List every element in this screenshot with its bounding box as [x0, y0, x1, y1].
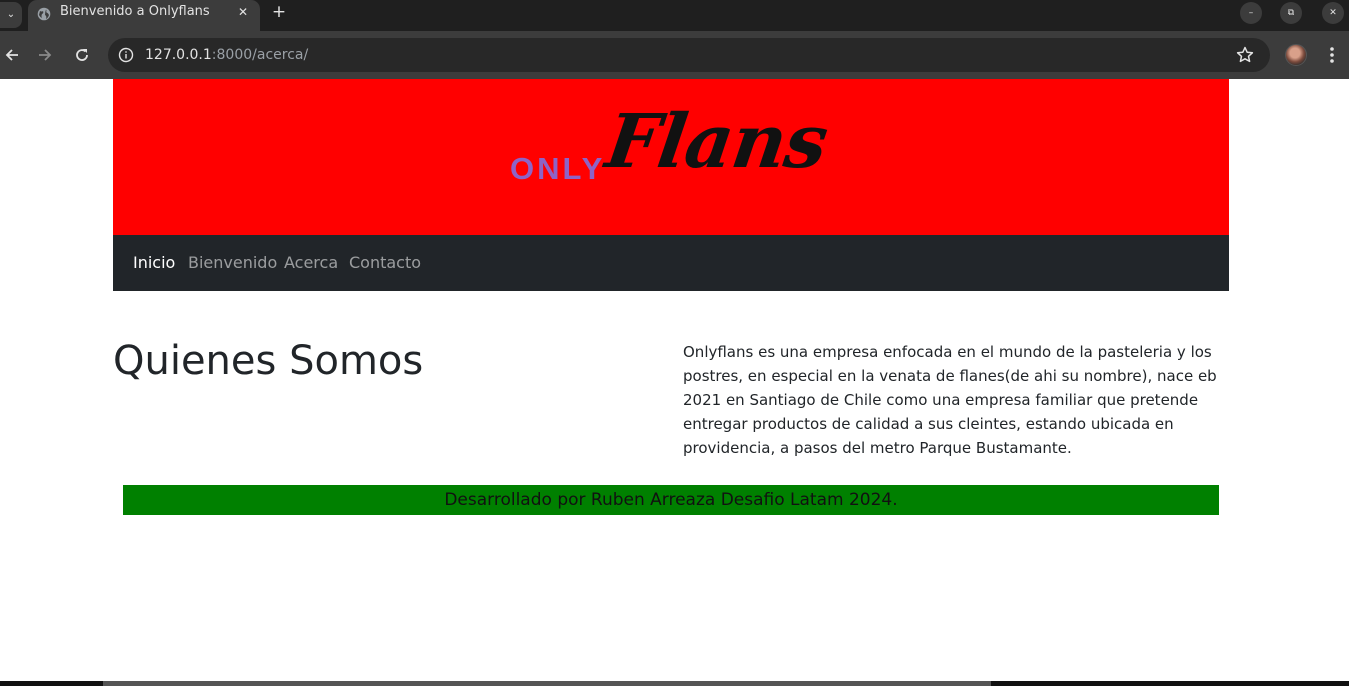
about-section: Quienes Somos Onlyflans es una empresa e… — [113, 291, 1229, 486]
scrollbar-thumb[interactable] — [103, 681, 991, 686]
site-footer: Desarrollado por Ruben Arreaza Desafio L… — [123, 485, 1219, 515]
page-viewport: ONLY Flans Inicio Bienvenido Acerca Cont… — [0, 79, 1349, 681]
maximize-button[interactable]: ⧉ — [1280, 2, 1302, 24]
forward-icon — [39, 49, 52, 61]
menu-icon[interactable] — [1322, 43, 1342, 67]
minimize-button[interactable]: – — [1240, 2, 1262, 24]
forward-button[interactable] — [33, 43, 57, 67]
hero-banner: ONLY Flans — [113, 79, 1229, 235]
reload-button[interactable] — [70, 43, 94, 67]
address-bar[interactable]: 127.0.0.1:8000/acerca/ — [108, 38, 1270, 72]
tab-close-icon[interactable]: ✕ — [233, 2, 253, 22]
back-icon — [5, 49, 18, 61]
logo-flans-text: Flans — [600, 99, 833, 185]
bookmark-star-icon[interactable] — [1235, 45, 1255, 65]
logo-only-text: ONLY — [510, 151, 606, 186]
globe-icon — [37, 7, 51, 21]
back-button[interactable] — [0, 43, 24, 67]
info-icon[interactable] — [118, 47, 134, 63]
url-host: 127.0.0.1 — [145, 47, 212, 63]
horizontal-scrollbar[interactable] — [0, 681, 1349, 686]
close-window-button[interactable]: ✕ — [1322, 2, 1344, 24]
site-logo: ONLY Flans — [510, 99, 840, 201]
tab-title: Bienvenido a Onlyflans — [60, 4, 210, 19]
url-text: 127.0.0.1:8000/acerca/ — [145, 38, 308, 72]
tab-strip: ⌄ Bienvenido a Onlyflans ✕ + – ⧉ ✕ — [0, 0, 1349, 31]
profile-avatar[interactable] — [1285, 44, 1307, 66]
reload-icon — [76, 49, 88, 61]
main-navbar: Inicio Bienvenido Acerca Contacto — [113, 235, 1229, 291]
url-path: :8000/acerca/ — [211, 47, 309, 63]
page-title: Quienes Somos — [113, 338, 424, 384]
nav-link-inicio[interactable]: Inicio — [133, 235, 175, 291]
browser-toolbar: 127.0.0.1:8000/acerca/ — [0, 31, 1349, 79]
page-container: ONLY Flans Inicio Bienvenido Acerca Cont… — [113, 79, 1229, 515]
browser-tab[interactable]: Bienvenido a Onlyflans ✕ — [28, 0, 260, 31]
tab-search-button[interactable]: ⌄ — [0, 2, 22, 28]
new-tab-button[interactable]: + — [268, 2, 290, 24]
nav-link-contacto[interactable]: Contacto — [349, 235, 421, 291]
nav-link-acerca[interactable]: Acerca — [284, 235, 338, 291]
about-description: Onlyflans es una empresa enfocada en el … — [683, 343, 1217, 457]
nav-link-bienvenido[interactable]: Bienvenido — [188, 235, 277, 291]
